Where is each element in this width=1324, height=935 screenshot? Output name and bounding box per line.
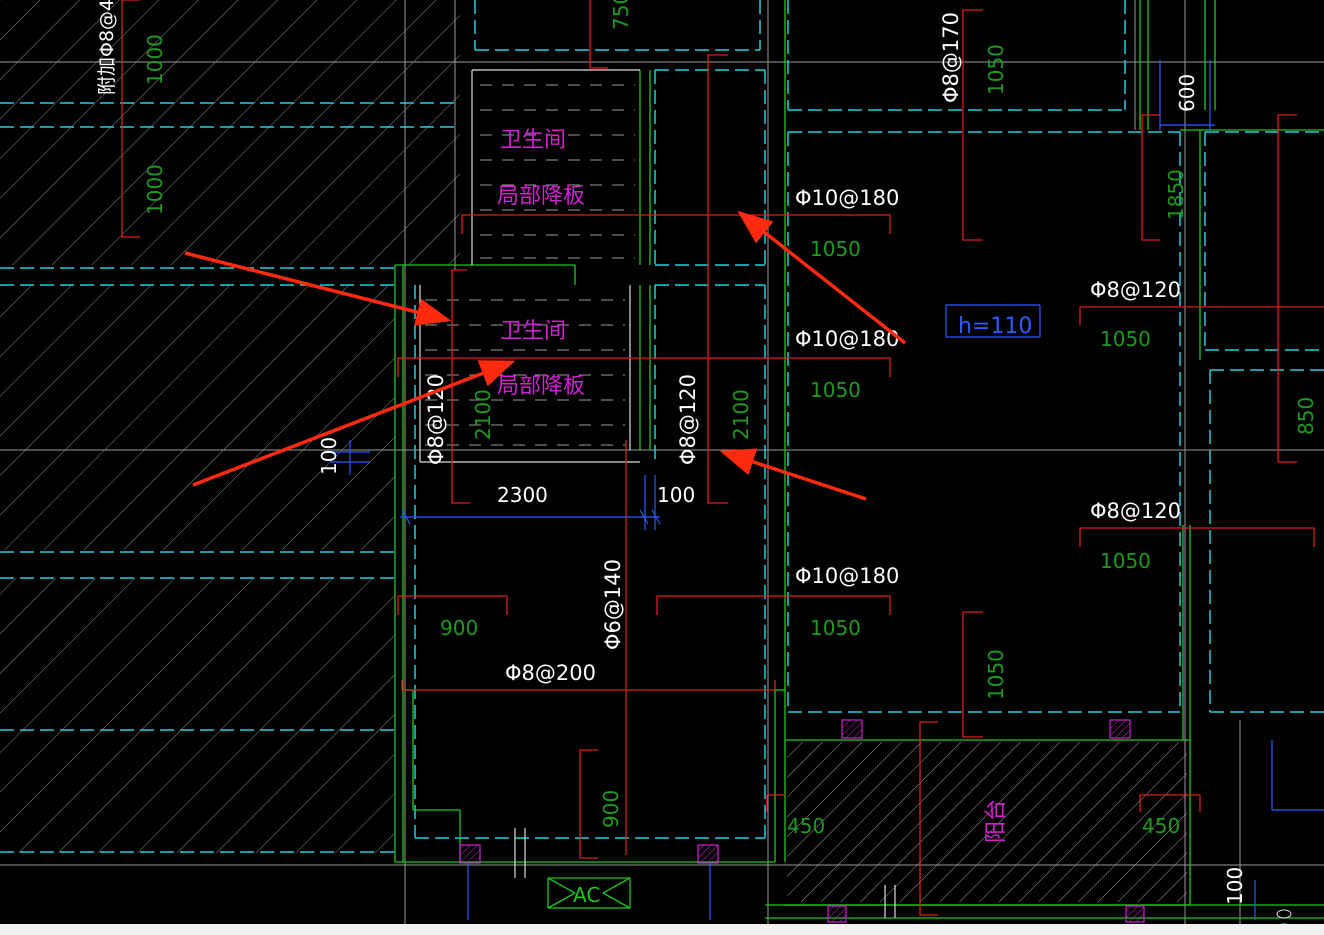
arrow-to-upper-rebar [737, 210, 907, 345]
label-phi6-140: Φ6@140 [601, 559, 625, 650]
label-len-1000-b: 1000 [143, 164, 167, 215]
label-len-1050-d: 1050 [1100, 549, 1151, 573]
label-phi8-170: Φ8@170 [939, 12, 963, 103]
label-bath-upper-sub: 局部降板 [497, 184, 585, 209]
cad-drawing-canvas: 附加Φ8@40 Φ8@170 Φ10@180 Φ8@120 Φ10@180 Φ8… [0, 0, 1324, 935]
label-phi8-120-mid: Φ8@120 [676, 374, 700, 465]
label-len-1050-a: 1050 [810, 237, 861, 261]
label-balcony: 阳台 [984, 799, 1009, 843]
hatch-region-top-left [0, 0, 460, 265]
label-dim-750: 750 [609, 0, 633, 30]
label-phi10-180-b: Φ10@180 [795, 327, 899, 351]
label-ac-tag: AC [573, 883, 600, 907]
label-len-850: 850 [1294, 397, 1318, 435]
label-dim-100-bottom: 100 [1223, 867, 1247, 905]
label-dim-600: 600 [1175, 74, 1199, 112]
label-dim-2300: 2300 [497, 483, 548, 507]
label-len-1050-top: 1050 [984, 44, 1008, 95]
label-len-2100-left: 2100 [471, 389, 495, 440]
label-len-900-b: 900 [599, 790, 623, 828]
label-phi8-120-b: Φ8@120 [1090, 499, 1181, 523]
label-bath-lower-name: 卫生间 [500, 319, 566, 344]
label-slab-h: h=110 [958, 314, 1032, 339]
label-phi8-120-a: Φ8@120 [1090, 278, 1181, 302]
label-dim-100-mid: 100 [657, 483, 695, 507]
hatch-region-mid-left [0, 285, 395, 550]
label-bath-upper-name: 卫生间 [500, 128, 566, 153]
bottom-scroll-strip [0, 924, 1324, 935]
label-len-450-b: 450 [1142, 814, 1180, 838]
label-len-2100-mid: 2100 [729, 389, 753, 440]
label-len-1000-a: 1000 [143, 34, 167, 85]
label-len-450-a: 450 [787, 814, 825, 838]
label-len-900-a: 900 [440, 616, 478, 640]
label-phi10-180-c: Φ10@180 [795, 564, 899, 588]
hatch-region-bottom-left [0, 578, 395, 853]
label-dim-100-left: 100 [317, 437, 341, 475]
label-len-1850: 1850 [1164, 169, 1188, 220]
label-len-1050-c: 1050 [810, 378, 861, 402]
label-phi8-200: Φ8@200 [505, 661, 596, 685]
label-phi10-180-a: Φ10@180 [795, 186, 899, 210]
label-top-left-rebar: 附加Φ8@40 [96, 0, 118, 95]
arrow-to-mid-rebar [719, 448, 867, 501]
label-len-1050-f: 1050 [984, 649, 1008, 700]
label-len-1050-e: 1050 [810, 616, 861, 640]
label-bath-lower-sub: 局部降板 [497, 374, 585, 399]
label-len-1050-b: 1050 [1100, 327, 1151, 351]
